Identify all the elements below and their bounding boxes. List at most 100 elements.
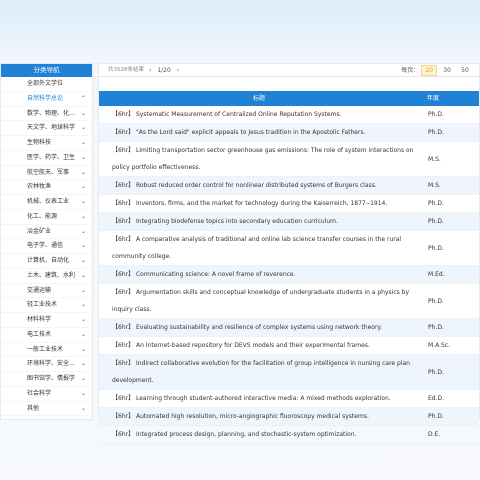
chevron-down-icon[interactable]: ⌄ <box>81 284 86 299</box>
prev-page-icon[interactable]: ‹ <box>149 67 151 74</box>
sidebar-item-label: 图书馆学、情报学 <box>27 375 76 382</box>
row-degree: Ph.D. <box>428 244 444 252</box>
sidebar-item[interactable]: 电子学、通信 ⌄ <box>1 239 92 254</box>
row-title-link[interactable]: 【6hr】 Integrated process design, plannin… <box>99 426 423 443</box>
sidebar-item[interactable]: 航空航天、军事 ⌄ <box>1 166 92 181</box>
sidebar-item[interactable]: 环境科学、安全… ⌄ <box>1 357 92 372</box>
chevron-down-icon[interactable]: ⌄ <box>81 107 86 122</box>
sidebar-item[interactable]: 其他 ⌄ <box>1 402 92 417</box>
sidebar-item[interactable]: 冶金矿业 ⌄ <box>1 225 92 240</box>
sidebar-item[interactable]: 电工技术 ⌄ <box>1 328 92 343</box>
column-header-title: 标题 <box>252 95 265 102</box>
row-degree: D.E. <box>428 431 441 438</box>
sidebar-item[interactable]: 数学、物理、化… ⌄ <box>1 107 92 122</box>
result-count: 共3528条结果 <box>108 67 144 73</box>
table-header: 标题 年度 <box>99 91 479 106</box>
sidebar-item[interactable]: 医学、药学、卫生 ⌄ <box>1 151 92 166</box>
sidebar-item[interactable]: 生物科技 ⌄ <box>1 136 92 151</box>
sidebar-item[interactable]: 土木、建筑、水利 ⌄ <box>1 269 92 284</box>
chevron-down-icon[interactable]: ⌄ <box>81 151 86 166</box>
chevron-down-icon[interactable]: ⌄ <box>81 254 86 269</box>
chevron-down-icon[interactable]: ⌄ <box>81 225 86 240</box>
per-page-option-50[interactable]: 50 <box>457 64 473 77</box>
sidebar-item[interactable]: 轻工业技术 ⌄ <box>1 298 92 313</box>
sidebar-item-label: 农林牧渔 <box>27 183 52 191</box>
sidebar-item-label: 交通运输 <box>27 286 52 294</box>
chevron-down-icon[interactable]: ⌄ <box>81 210 86 225</box>
row-title-link[interactable]: 【6hr】 Learning through student-authored … <box>99 390 423 407</box>
chevron-down-icon[interactable]: ⌄ <box>81 298 86 313</box>
row-degree: Ph.D. <box>428 129 444 136</box>
sidebar-item[interactable]: 社会科学 ⌄ <box>1 387 92 402</box>
sidebar-item[interactable]: 全部外文学位 <box>1 77 92 92</box>
table-row: 【6hr】 Automated high resolution, micro-a… <box>99 408 479 426</box>
sidebar-item-label: 全部外文学位 <box>27 80 64 87</box>
chevron-down-icon[interactable]: ⌄ <box>81 180 86 195</box>
row-title-link[interactable]: 【6hr】 Argumentation skills and conceptua… <box>99 284 423 318</box>
row-degree: Ph.D. <box>428 200 444 207</box>
chevron-down-icon[interactable]: ⌄ <box>81 195 86 210</box>
row-title-link[interactable]: 【6hr】 Communicating science: A novel fra… <box>99 266 423 283</box>
chevron-down-icon[interactable]: ⌄ <box>81 328 86 343</box>
row-degree: M.Ed. <box>428 271 445 278</box>
chevron-down-icon[interactable]: ⌄ <box>81 387 86 402</box>
sidebar-item-label: 土木、建筑、水利 <box>27 271 76 279</box>
chevron-down-icon[interactable]: ⌄ <box>81 121 86 136</box>
sidebar-list: 全部外文学位 自然科学总论 ⌃ 数学、物理、化… ⌄ 天文学、地球科学 ⌄ 生物科技 ⌄ 医学、药… <box>1 77 92 417</box>
per-page-selector: 每页： 20 30 50 <box>401 64 473 77</box>
sidebar-item[interactable]: 计算机、自动化 ⌄ <box>1 254 92 269</box>
chevron-down-icon[interactable]: ⌄ <box>81 357 86 372</box>
sidebar-item[interactable]: 交通运输 ⌄ <box>1 284 92 299</box>
row-degree: Ph.D. <box>428 111 444 118</box>
chevron-down-icon[interactable]: ⌄ <box>81 136 86 151</box>
sidebar-item[interactable]: 农林牧渔 ⌄ <box>1 180 92 195</box>
row-title-link[interactable]: 【6hr】 Evaluating sustainability and resi… <box>99 319 423 336</box>
sidebar-item[interactable]: 自然科学总论 ⌃ <box>1 92 92 107</box>
row-title-link[interactable]: 【6hr】 Integrating biodefense topics into… <box>99 213 423 230</box>
sidebar-item-label: 机械、仪表工业 <box>27 198 70 205</box>
sidebar-item[interactable]: 化工、能源 ⌄ <box>1 210 92 225</box>
sidebar-item[interactable]: 材料科学 ⌄ <box>1 313 92 328</box>
row-degree: M.A.Sc. <box>428 342 451 349</box>
row-title-link[interactable]: 【6hr】 Systematic Measurement of Centrali… <box>99 106 423 123</box>
table-row: 【6hr】 Integrated process design, plannin… <box>99 426 479 444</box>
row-degree: Ed.D. <box>428 395 445 402</box>
row-title-link[interactable]: 【6hr】 An Internet-based repository for D… <box>99 337 423 354</box>
chevron-down-icon[interactable]: ⌄ <box>81 166 86 181</box>
chevron-up-icon[interactable]: ⌃ <box>81 92 86 107</box>
row-title-link[interactable]: 【6hr】 Automated high resolution, micro-a… <box>99 408 423 425</box>
row-title-link[interactable]: 【6hr】 Indirect collaborative evolution f… <box>99 355 423 389</box>
row-title-link[interactable]: 【6hr】 "As the Lord said" explicit appeal… <box>99 124 423 141</box>
sidebar-item-label: 数学、物理、化… <box>27 109 76 117</box>
row-title-link[interactable]: 【6hr】 A comparative analysis of traditio… <box>99 231 423 265</box>
sidebar-item-label: 电子学、通信 <box>27 242 64 250</box>
row-title-link[interactable]: 【6hr】 Limiting transportation sector gre… <box>99 142 423 176</box>
chevron-down-icon[interactable]: ⌄ <box>81 269 86 284</box>
table-row: 【6hr】 A comparative analysis of traditio… <box>99 231 479 266</box>
per-page-option-20[interactable]: 20 <box>421 65 438 76</box>
chevron-down-icon[interactable]: ⌄ <box>81 372 86 387</box>
sidebar-item-label: 环境科学、安全… <box>27 360 76 368</box>
sidebar-item[interactable]: 机械、仪表工业 ⌄ <box>1 195 92 210</box>
per-page-option-30[interactable]: 30 <box>439 64 455 77</box>
row-title-link[interactable]: 【6hr】 Robust reduced order control for n… <box>99 177 423 194</box>
chevron-down-icon[interactable]: ⌄ <box>81 402 86 417</box>
row-degree: M.S. <box>428 155 441 163</box>
chevron-down-icon[interactable]: ⌄ <box>81 239 86 254</box>
chevron-down-icon[interactable]: ⌄ <box>81 313 86 328</box>
chevron-down-icon[interactable]: ⌄ <box>81 343 86 358</box>
sidebar-item[interactable]: 图书馆学、情报学 ⌄ <box>1 372 92 387</box>
sidebar-item-label: 社会科学 <box>27 389 52 397</box>
row-title-link[interactable]: 【6hr】 Inventors, firms, and the market f… <box>99 195 423 212</box>
sidebar-item-label: 电工技术 <box>27 330 52 338</box>
sidebar-item[interactable]: 天文学、地球科学 ⌄ <box>1 121 92 136</box>
pagination: ‹ 1/20 › <box>149 64 183 77</box>
table-row: 【6hr】 Indirect collaborative evolution f… <box>99 355 479 390</box>
row-degree: Ph.D. <box>428 324 444 331</box>
results-panel: 共3528条结果 ‹ 1/20 › 每页： 20 30 50 标题 年度 【6h… <box>98 63 480 444</box>
results-table-body: 【6hr】 Systematic Measurement of Centrali… <box>99 106 479 444</box>
table-row: 【6hr】 Inventors, firms, and the market f… <box>99 195 479 213</box>
sidebar-item[interactable]: 一般工业技术 ⌄ <box>1 343 92 358</box>
next-page-icon[interactable]: › <box>177 67 179 74</box>
sidebar-item-label: 冶金矿业 <box>27 227 52 235</box>
